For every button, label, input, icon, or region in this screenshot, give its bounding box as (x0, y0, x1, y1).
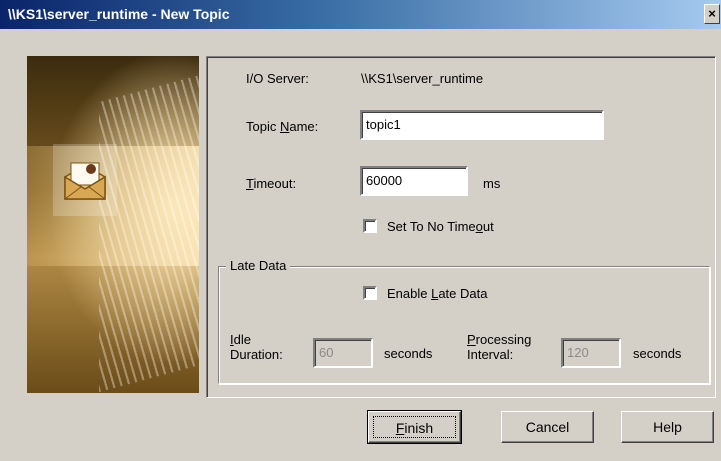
enable-late-data-checkbox[interactable] (363, 286, 377, 300)
timeout-label: Timeout: (246, 176, 297, 191)
topic-name-input[interactable]: topic1 (360, 110, 604, 140)
cancel-button[interactable]: Cancel (501, 411, 594, 443)
idle-duration-input[interactable]: 60 (313, 338, 373, 368)
io-server-value: \\KS1\server_runtime (361, 71, 484, 86)
binary-stream-graphic (99, 69, 199, 393)
processing-interval-input[interactable]: 120 (561, 338, 621, 368)
enable-late-data-label[interactable]: Enable Late Data (387, 286, 487, 301)
help-button[interactable]: Help (621, 411, 714, 443)
topic-name-label: Topic Name: (246, 119, 319, 134)
wizard-side-image (27, 56, 199, 393)
no-timeout-checkbox[interactable] (363, 219, 377, 233)
close-button[interactable]: × (704, 4, 720, 24)
io-server-label: I/O Server: (246, 71, 309, 86)
window-title: \\KS1\server_runtime - New Topic (8, 6, 230, 22)
late-data-group-label: Late Data (226, 258, 291, 273)
idle-duration-unit: seconds (384, 346, 433, 361)
processing-interval-label: Processing Interval: (467, 332, 532, 362)
processing-interval-unit: seconds (633, 346, 682, 361)
close-icon: × (708, 6, 716, 21)
late-data-group (218, 266, 710, 384)
finish-button[interactable]: Finish (367, 410, 462, 444)
finish-button-focus: Finish (373, 416, 456, 438)
idle-duration-label: Idle Duration: (230, 332, 283, 362)
title-bar[interactable]: \\KS1\server_runtime - New Topic × (0, 0, 721, 29)
open-envelope-icon (64, 162, 106, 200)
timeout-unit: ms (483, 176, 501, 191)
no-timeout-label[interactable]: Set To No Timeout (387, 219, 494, 234)
new-topic-dialog: \\KS1\server_runtime - New Topic × I/O S… (0, 0, 721, 461)
timeout-input[interactable]: 60000 (360, 166, 468, 196)
